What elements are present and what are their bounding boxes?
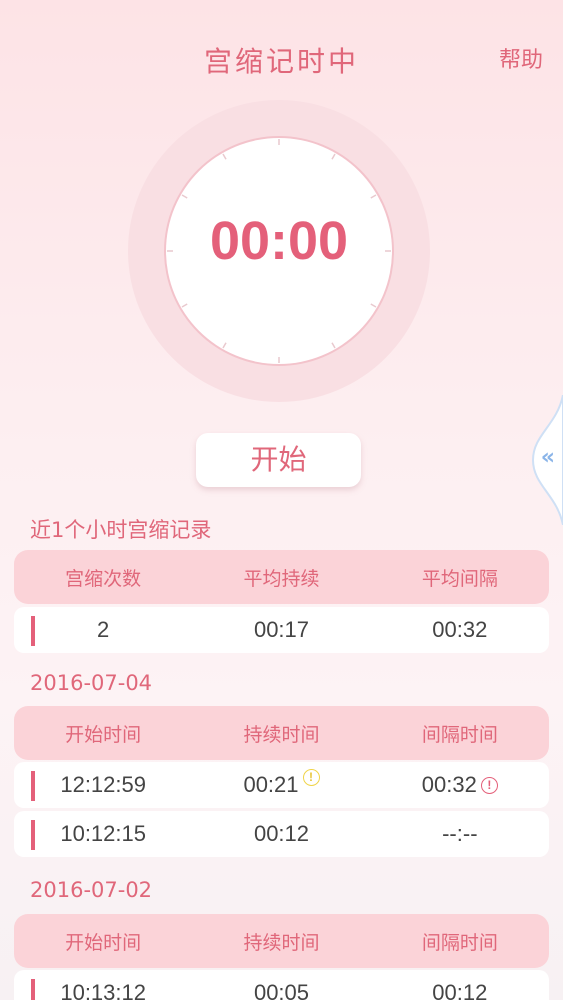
timer-value: 00:00: [209, 211, 349, 271]
dial-tick: [331, 342, 336, 349]
duration: 00:12: [253, 821, 310, 846]
dial-tick: [222, 153, 227, 160]
start-button[interactable]: 开始: [196, 433, 361, 487]
dial-tick: [222, 342, 227, 349]
column-header: 持续时间: [243, 931, 320, 954]
row-marker: [31, 979, 35, 1000]
interval-value: 00:32: [421, 772, 477, 797]
start-time-value: 12:12:59: [60, 772, 146, 797]
column-header: 持续时间: [243, 723, 320, 746]
dial-tick: [181, 194, 188, 199]
double-chevron-left-icon: «: [540, 445, 555, 470]
column-header: 宫缩次数: [65, 567, 142, 590]
timer-dial: 00:00: [166, 138, 392, 364]
records-header: 开始时间 持续时间 间隔时间: [14, 706, 549, 760]
duration-value: 00:21: [243, 772, 299, 797]
summary-row: 2 00:17 00:32: [14, 607, 549, 653]
column-header: 间隔时间: [421, 723, 498, 746]
start-time: 10:13:12: [60, 980, 146, 1000]
side-drawer-tab[interactable]: «: [527, 395, 563, 525]
records-header: 开始时间 持续时间 间隔时间: [14, 914, 549, 968]
table-row[interactable]: 10:13:12 00:05 00:12: [14, 970, 549, 1000]
dial-tick: [370, 194, 377, 199]
average-interval: 00:32: [432, 617, 488, 642]
summary-label: 近1个小时宫缩记录: [30, 518, 212, 542]
column-header: 间隔时间: [421, 931, 498, 954]
average-duration: 00:17: [253, 617, 310, 642]
column-header: 平均间隔: [421, 567, 498, 590]
timer-ring: 00:00: [128, 100, 430, 402]
page-title: 宫缩记时中: [203, 45, 359, 78]
help-button[interactable]: 帮助: [499, 42, 543, 74]
duration: 00:21!: [192, 768, 370, 798]
interval: 00:32!: [371, 772, 549, 798]
row-marker: [31, 616, 35, 646]
column-header: 平均持续: [243, 567, 320, 590]
interval: --:--: [442, 821, 478, 846]
dial-tick: [181, 303, 188, 308]
start-time: 12:12:59: [14, 772, 192, 798]
date-label: 2016-07-02: [30, 878, 153, 902]
column-header: 开始时间: [65, 723, 142, 746]
warning-icon: !: [302, 768, 320, 786]
duration: 00:05: [253, 980, 310, 1000]
summary-header: 宫缩次数 平均持续 平均间隔: [14, 550, 549, 604]
interval: 00:12: [432, 980, 488, 1000]
column-header: 开始时间: [65, 931, 142, 954]
table-row[interactable]: 12:12:59 00:21! 00:32!: [14, 762, 549, 808]
row-marker: [31, 771, 35, 801]
date-label: 2016-07-04: [30, 671, 153, 695]
alert-icon: !: [480, 776, 498, 794]
dial-tick: [370, 303, 377, 308]
table-row[interactable]: 10:12:15 00:12 --:--: [14, 811, 549, 857]
contraction-count: 2: [97, 617, 110, 642]
header: 宫缩记时中 帮助: [0, 0, 563, 110]
row-marker: [31, 820, 35, 850]
dial-tick: [331, 153, 336, 160]
start-time: 10:12:15: [60, 821, 146, 846]
